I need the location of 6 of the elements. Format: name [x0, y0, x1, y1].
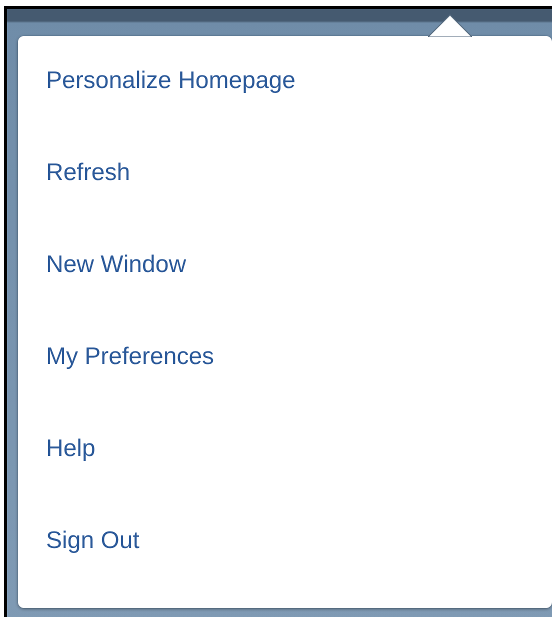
menu-item[interactable]: Refresh	[46, 148, 130, 240]
menu-item[interactable]: Sign Out	[46, 516, 140, 608]
menu-item[interactable]: New Window	[46, 240, 186, 332]
menu-item[interactable]: Personalize Homepage	[46, 56, 296, 148]
menu-item[interactable]: My Preferences	[46, 332, 214, 424]
menu-item[interactable]: Help	[46, 424, 96, 516]
